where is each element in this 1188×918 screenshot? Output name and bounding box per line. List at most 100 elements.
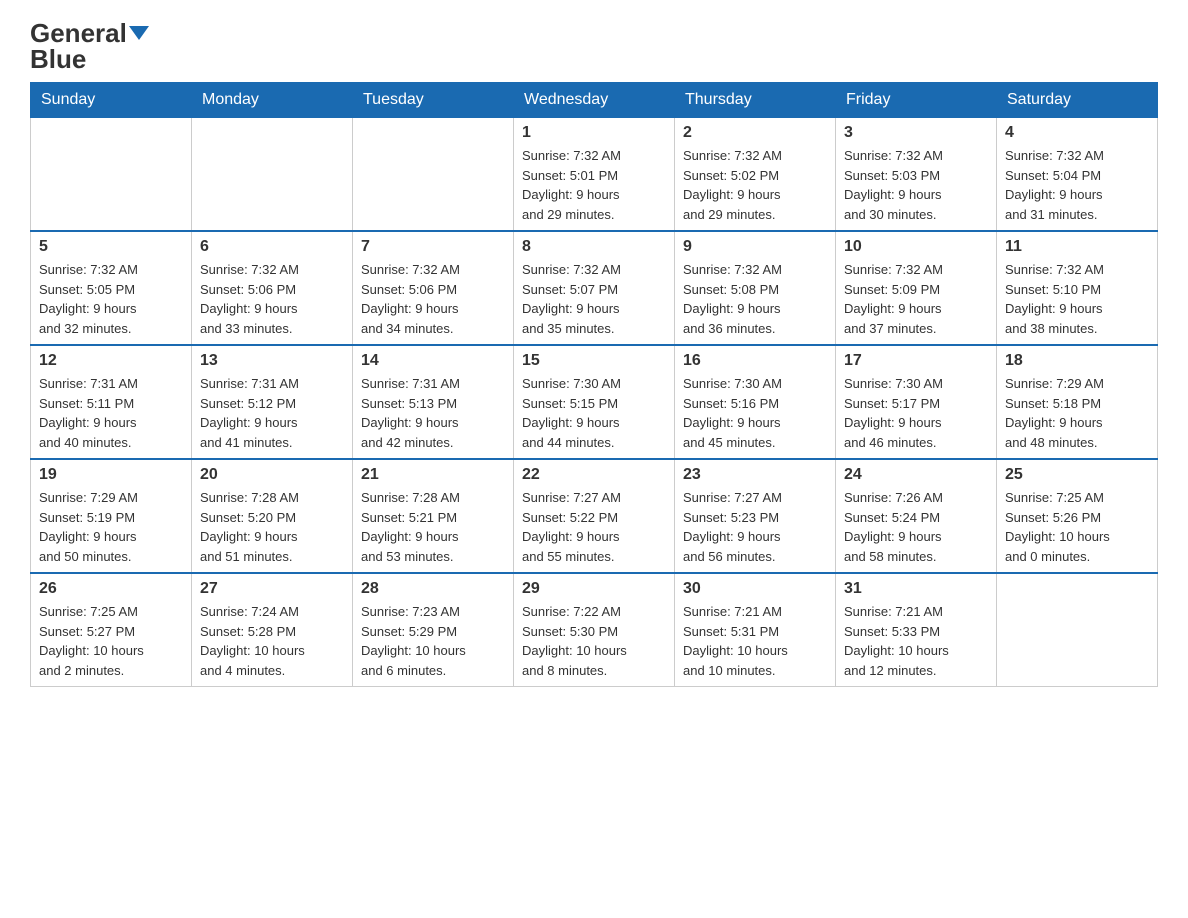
day-number: 6 bbox=[200, 238, 344, 256]
day-info: Sunrise: 7:28 AM Sunset: 5:20 PM Dayligh… bbox=[200, 488, 344, 566]
calendar-cell: 2 Sunrise: 7:32 AM Sunset: 5:02 PM Daylig… bbox=[675, 118, 836, 232]
calendar-cell bbox=[31, 118, 192, 232]
calendar-cell: 3 Sunrise: 7:32 AM Sunset: 5:03 PM Daylig… bbox=[836, 118, 997, 232]
day-number: 27 bbox=[200, 580, 344, 598]
calendar-cell: 29 Sunrise: 7:22 AM Sunset: 5:30 PM Dayli… bbox=[514, 573, 675, 687]
calendar-cell: 28 Sunrise: 7:23 AM Sunset: 5:29 PM Dayli… bbox=[353, 573, 514, 687]
calendar-cell: 30 Sunrise: 7:21 AM Sunset: 5:31 PM Dayli… bbox=[675, 573, 836, 687]
calendar-cell: 17Sunrise: 7:30 AM Sunset: 5:17 PM Dayli… bbox=[836, 345, 997, 459]
day-info: Sunrise: 7:30 AM Sunset: 5:16 PM Dayligh… bbox=[683, 374, 827, 452]
calendar-cell: 31 Sunrise: 7:21 AM Sunset: 5:33 PM Dayli… bbox=[836, 573, 997, 687]
day-info: Sunrise: 7:32 AM Sunset: 5:06 PM Dayligh… bbox=[361, 260, 505, 338]
day-info: Sunrise: 7:32 AM Sunset: 5:01 PM Dayligh… bbox=[522, 146, 666, 224]
day-number: 21 bbox=[361, 466, 505, 484]
day-number: 12 bbox=[39, 352, 183, 370]
calendar-cell: 6Sunrise: 7:32 AM Sunset: 5:06 PM Daylig… bbox=[192, 231, 353, 345]
calendar-cell: 13 Sunrise: 7:31 AM Sunset: 5:12 PM Dayli… bbox=[192, 345, 353, 459]
day-number: 16 bbox=[683, 352, 827, 370]
day-number: 15 bbox=[522, 352, 666, 370]
day-number: 31 bbox=[844, 580, 988, 598]
day-number: 19 bbox=[39, 466, 183, 484]
day-number: 5 bbox=[39, 238, 183, 256]
logo-triangle-icon bbox=[129, 26, 149, 40]
day-info: Sunrise: 7:22 AM Sunset: 5:30 PM Dayligh… bbox=[522, 602, 666, 680]
day-info: Sunrise: 7:32 AM Sunset: 5:07 PM Dayligh… bbox=[522, 260, 666, 338]
day-number: 11 bbox=[1005, 238, 1149, 256]
calendar-table: SundayMondayTuesdayWednesdayThursdayFrid… bbox=[30, 82, 1158, 687]
day-number: 2 bbox=[683, 124, 827, 142]
day-info: Sunrise: 7:21 AM Sunset: 5:31 PM Dayligh… bbox=[683, 602, 827, 680]
logo: General Blue bbox=[30, 20, 149, 72]
day-info: Sunrise: 7:32 AM Sunset: 5:10 PM Dayligh… bbox=[1005, 260, 1149, 338]
day-info: Sunrise: 7:26 AM Sunset: 5:24 PM Dayligh… bbox=[844, 488, 988, 566]
calendar-cell: 26Sunrise: 7:25 AM Sunset: 5:27 PM Dayli… bbox=[31, 573, 192, 687]
day-number: 4 bbox=[1005, 124, 1149, 142]
day-number: 8 bbox=[522, 238, 666, 256]
calendar-cell bbox=[997, 573, 1158, 687]
day-info: Sunrise: 7:27 AM Sunset: 5:22 PM Dayligh… bbox=[522, 488, 666, 566]
day-number: 10 bbox=[844, 238, 988, 256]
day-number: 3 bbox=[844, 124, 988, 142]
calendar-week-5: 26Sunrise: 7:25 AM Sunset: 5:27 PM Dayli… bbox=[31, 573, 1158, 687]
calendar-cell: 23Sunrise: 7:27 AM Sunset: 5:23 PM Dayli… bbox=[675, 459, 836, 573]
day-info: Sunrise: 7:24 AM Sunset: 5:28 PM Dayligh… bbox=[200, 602, 344, 680]
page-header: General Blue bbox=[30, 20, 1158, 72]
day-number: 29 bbox=[522, 580, 666, 598]
calendar-cell: 8 Sunrise: 7:32 AM Sunset: 5:07 PM Daylig… bbox=[514, 231, 675, 345]
day-number: 28 bbox=[361, 580, 505, 598]
calendar-header-row: SundayMondayTuesdayWednesdayThursdayFrid… bbox=[31, 83, 1158, 118]
calendar-cell: 4 Sunrise: 7:32 AM Sunset: 5:04 PM Daylig… bbox=[997, 118, 1158, 232]
calendar-cell: 15 Sunrise: 7:30 AM Sunset: 5:15 PM Dayli… bbox=[514, 345, 675, 459]
logo-blue: Blue bbox=[30, 46, 86, 72]
day-number: 30 bbox=[683, 580, 827, 598]
calendar-week-1: 1 Sunrise: 7:32 AM Sunset: 5:01 PM Daylig… bbox=[31, 118, 1158, 232]
calendar-cell bbox=[192, 118, 353, 232]
day-number: 24 bbox=[844, 466, 988, 484]
day-number: 13 bbox=[200, 352, 344, 370]
day-number: 1 bbox=[522, 124, 666, 142]
calendar-cell: 12 Sunrise: 7:31 AM Sunset: 5:11 PM Dayli… bbox=[31, 345, 192, 459]
calendar-cell: 10Sunrise: 7:32 AM Sunset: 5:09 PM Dayli… bbox=[836, 231, 997, 345]
calendar-cell: 25 Sunrise: 7:25 AM Sunset: 5:26 PM Dayli… bbox=[997, 459, 1158, 573]
day-info: Sunrise: 7:31 AM Sunset: 5:12 PM Dayligh… bbox=[200, 374, 344, 452]
header-tuesday: Tuesday bbox=[353, 83, 514, 118]
day-number: 7 bbox=[361, 238, 505, 256]
calendar-cell: 19 Sunrise: 7:29 AM Sunset: 5:19 PM Dayli… bbox=[31, 459, 192, 573]
day-info: Sunrise: 7:23 AM Sunset: 5:29 PM Dayligh… bbox=[361, 602, 505, 680]
header-saturday: Saturday bbox=[997, 83, 1158, 118]
calendar-cell: 24 Sunrise: 7:26 AM Sunset: 5:24 PM Dayli… bbox=[836, 459, 997, 573]
calendar-cell bbox=[353, 118, 514, 232]
calendar-cell: 1 Sunrise: 7:32 AM Sunset: 5:01 PM Daylig… bbox=[514, 118, 675, 232]
calendar-cell: 20 Sunrise: 7:28 AM Sunset: 5:20 PM Dayli… bbox=[192, 459, 353, 573]
day-number: 14 bbox=[361, 352, 505, 370]
calendar-cell: 27 Sunrise: 7:24 AM Sunset: 5:28 PM Dayli… bbox=[192, 573, 353, 687]
calendar-cell: 7 Sunrise: 7:32 AM Sunset: 5:06 PM Daylig… bbox=[353, 231, 514, 345]
day-info: Sunrise: 7:25 AM Sunset: 5:26 PM Dayligh… bbox=[1005, 488, 1149, 566]
day-info: Sunrise: 7:29 AM Sunset: 5:19 PM Dayligh… bbox=[39, 488, 183, 566]
day-info: Sunrise: 7:32 AM Sunset: 5:05 PM Dayligh… bbox=[39, 260, 183, 338]
day-info: Sunrise: 7:29 AM Sunset: 5:18 PM Dayligh… bbox=[1005, 374, 1149, 452]
day-info: Sunrise: 7:32 AM Sunset: 5:04 PM Dayligh… bbox=[1005, 146, 1149, 224]
calendar-cell: 9Sunrise: 7:32 AM Sunset: 5:08 PM Daylig… bbox=[675, 231, 836, 345]
day-number: 18 bbox=[1005, 352, 1149, 370]
day-info: Sunrise: 7:30 AM Sunset: 5:15 PM Dayligh… bbox=[522, 374, 666, 452]
calendar-cell: 22Sunrise: 7:27 AM Sunset: 5:22 PM Dayli… bbox=[514, 459, 675, 573]
day-number: 17 bbox=[844, 352, 988, 370]
header-friday: Friday bbox=[836, 83, 997, 118]
day-info: Sunrise: 7:28 AM Sunset: 5:21 PM Dayligh… bbox=[361, 488, 505, 566]
header-wednesday: Wednesday bbox=[514, 83, 675, 118]
day-info: Sunrise: 7:31 AM Sunset: 5:11 PM Dayligh… bbox=[39, 374, 183, 452]
calendar-week-3: 12 Sunrise: 7:31 AM Sunset: 5:11 PM Dayli… bbox=[31, 345, 1158, 459]
day-number: 23 bbox=[683, 466, 827, 484]
day-info: Sunrise: 7:21 AM Sunset: 5:33 PM Dayligh… bbox=[844, 602, 988, 680]
calendar-cell: 18 Sunrise: 7:29 AM Sunset: 5:18 PM Dayli… bbox=[997, 345, 1158, 459]
calendar-cell: 5 Sunrise: 7:32 AM Sunset: 5:05 PM Daylig… bbox=[31, 231, 192, 345]
day-number: 25 bbox=[1005, 466, 1149, 484]
logo-general: General bbox=[30, 20, 127, 46]
calendar-week-2: 5 Sunrise: 7:32 AM Sunset: 5:05 PM Daylig… bbox=[31, 231, 1158, 345]
day-info: Sunrise: 7:32 AM Sunset: 5:08 PM Dayligh… bbox=[683, 260, 827, 338]
calendar-cell: 21 Sunrise: 7:28 AM Sunset: 5:21 PM Dayli… bbox=[353, 459, 514, 573]
day-number: 20 bbox=[200, 466, 344, 484]
day-info: Sunrise: 7:32 AM Sunset: 5:03 PM Dayligh… bbox=[844, 146, 988, 224]
day-info: Sunrise: 7:32 AM Sunset: 5:02 PM Dayligh… bbox=[683, 146, 827, 224]
